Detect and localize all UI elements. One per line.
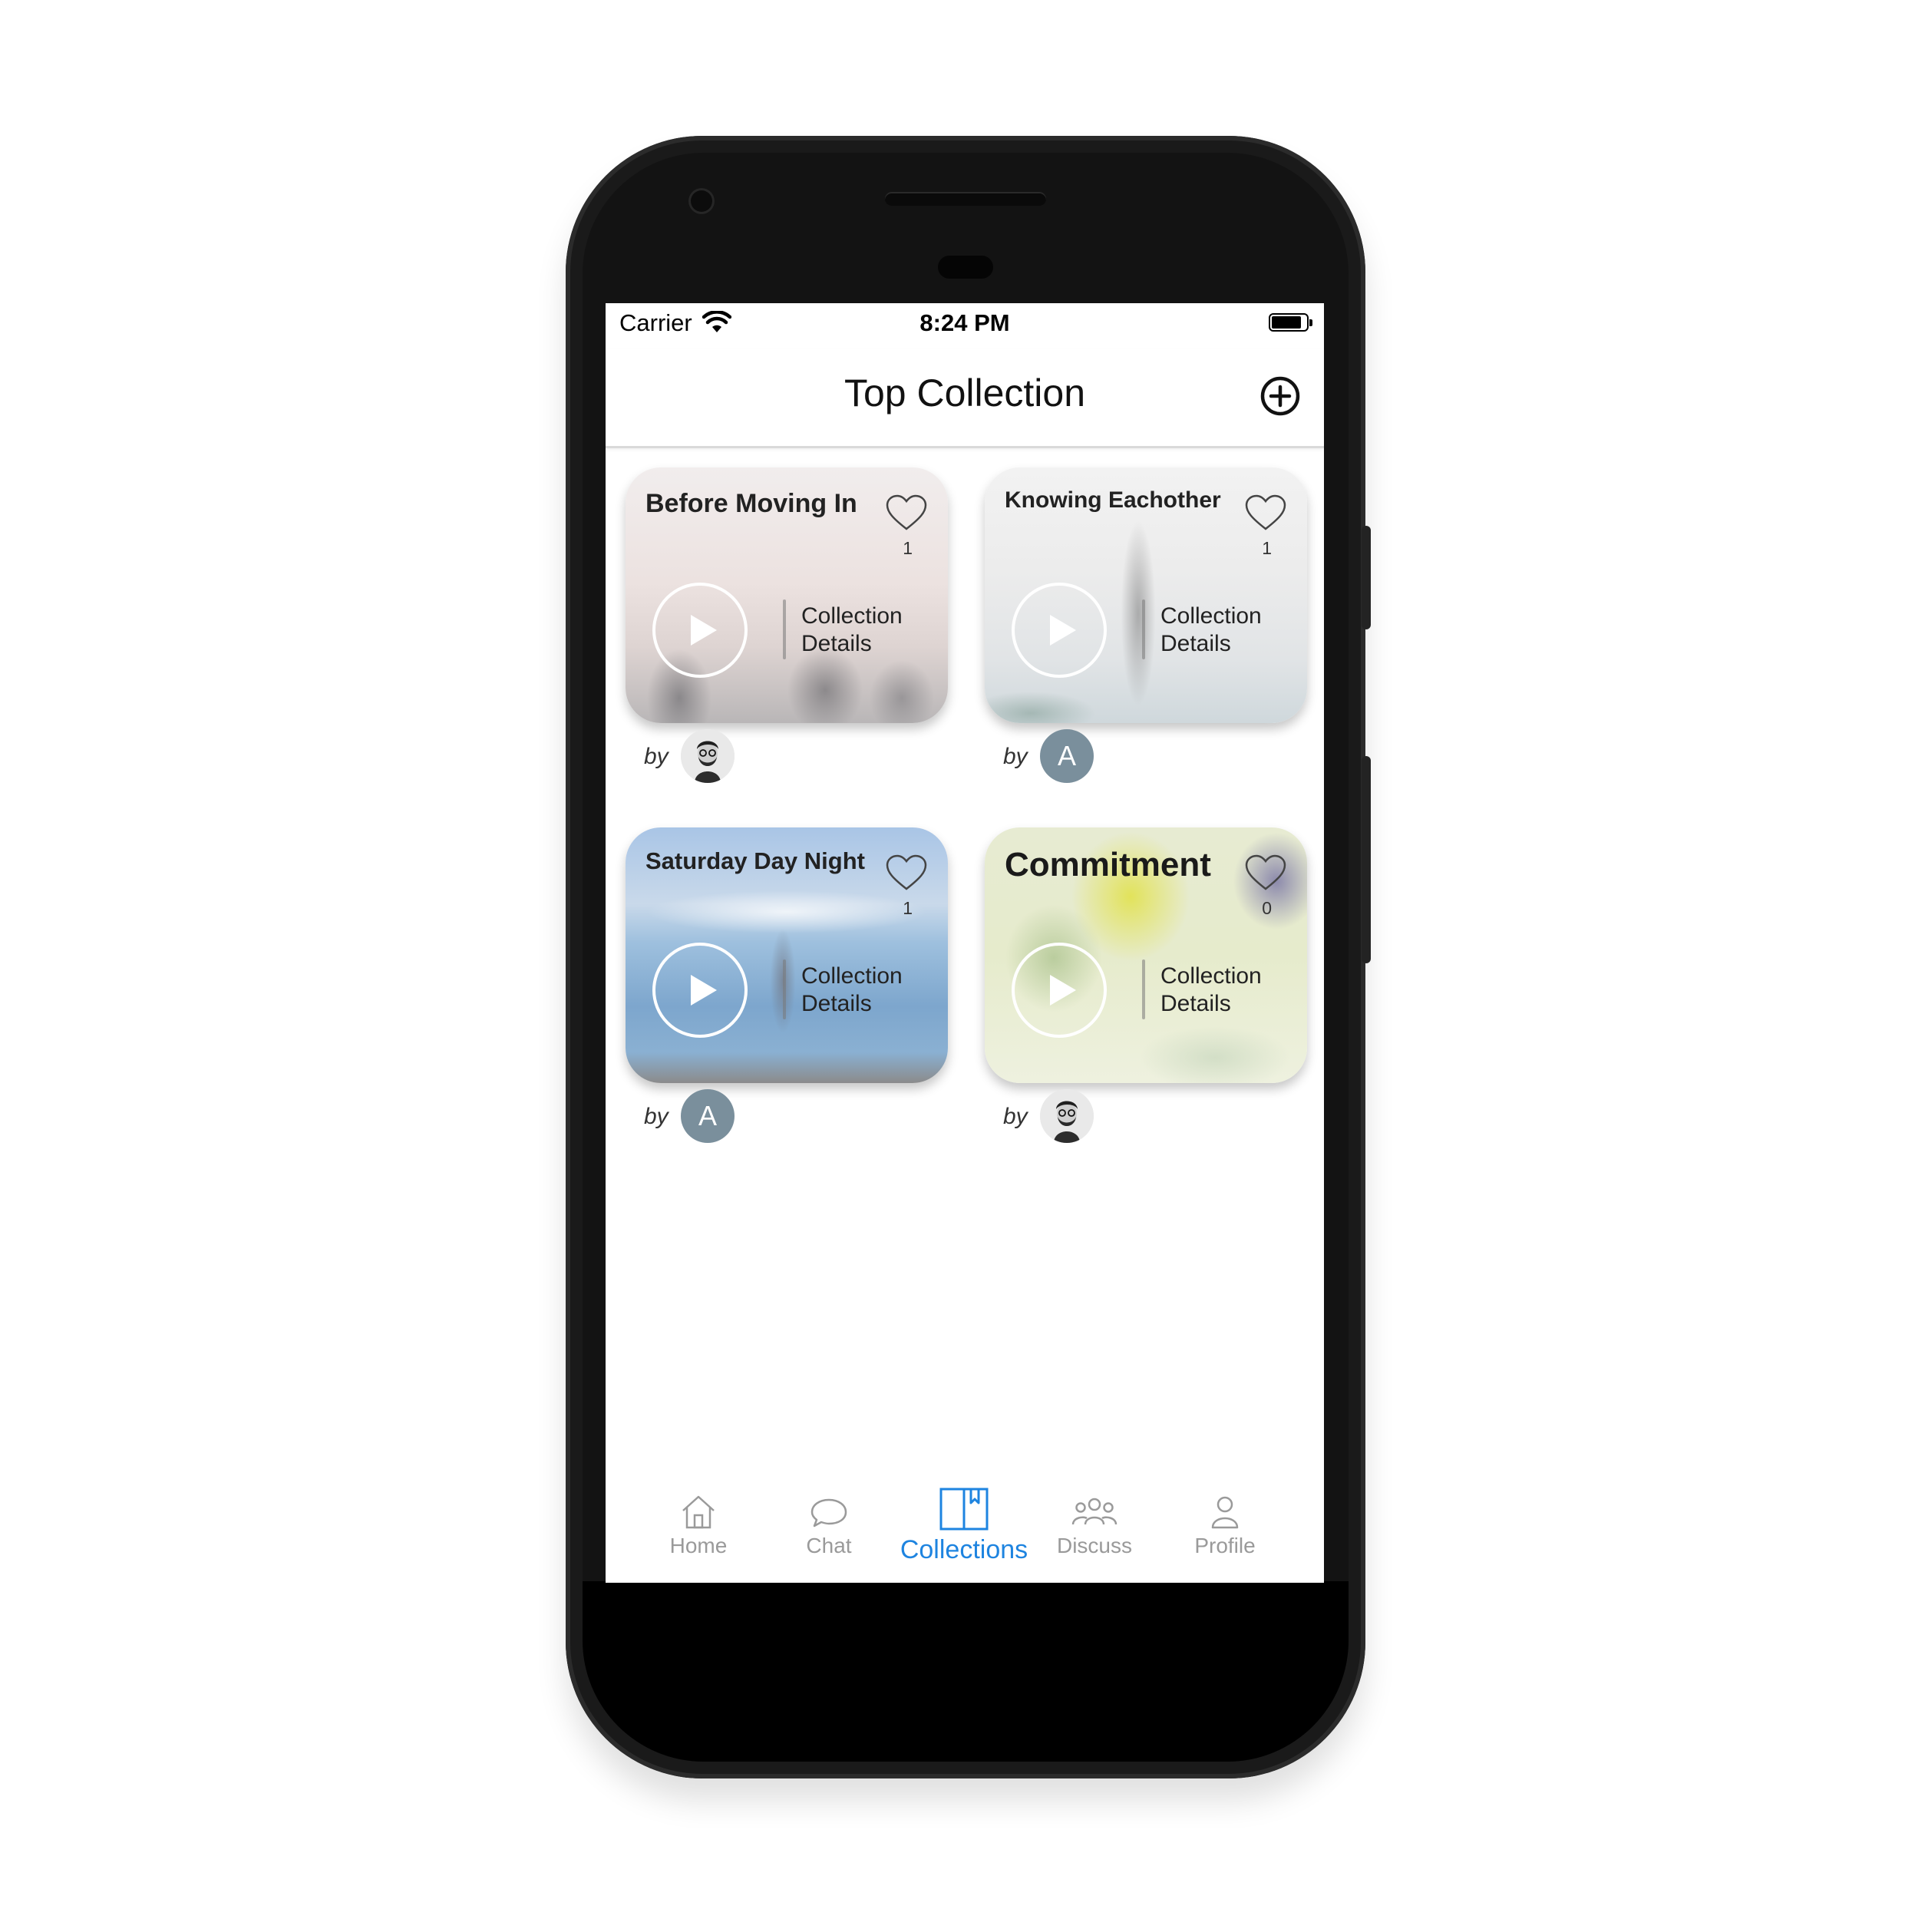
author-avatar[interactable]: A	[681, 1089, 735, 1143]
heart-icon[interactable]	[1244, 494, 1287, 532]
tab-bar: Home Chat Collections Discuss Profile	[606, 1483, 1324, 1583]
collection-card[interactable]: Commitment 0 Collection Details	[985, 827, 1307, 1083]
card-divider	[1142, 959, 1145, 1019]
heart-icon[interactable]	[885, 854, 928, 892]
home-icon	[682, 1495, 715, 1529]
book-icon	[939, 1488, 989, 1531]
like-count: 0	[1262, 898, 1272, 918]
byline-label: by	[1003, 744, 1028, 769]
tab-collections[interactable]: Collections	[899, 1486, 1029, 1565]
collection-title: Before Moving In	[645, 489, 857, 518]
author-avatar[interactable]: A	[1040, 729, 1094, 783]
collection-details-link[interactable]: Collection Details	[801, 963, 932, 1018]
front-camera	[688, 188, 715, 214]
card-divider	[783, 959, 786, 1019]
details-label-line1: Collection	[1160, 603, 1262, 629]
collection-details-link[interactable]: Collection Details	[1160, 963, 1291, 1018]
tab-profile[interactable]: Profile	[1160, 1492, 1290, 1558]
collection-details-link[interactable]: Collection Details	[801, 603, 932, 658]
volume-button	[1362, 756, 1371, 963]
details-label-line1: Collection	[801, 963, 903, 989]
details-label-line1: Collection	[801, 603, 903, 629]
tab-chat[interactable]: Chat	[764, 1492, 894, 1558]
author-avatar[interactable]	[681, 729, 735, 783]
phone-chin	[583, 1581, 1349, 1762]
tab-label: Chat	[806, 1534, 852, 1557]
like-count: 1	[903, 538, 913, 558]
heart-icon[interactable]	[885, 494, 928, 532]
byline-label: by	[644, 1104, 669, 1129]
details-label-line2: Details	[801, 991, 872, 1016]
add-collection-button[interactable]	[1259, 375, 1301, 417]
person-photo-icon	[681, 729, 735, 783]
collection-card[interactable]: Saturday Day Night 1 Collection Details	[626, 827, 948, 1083]
play-icon[interactable]	[651, 581, 749, 679]
collection-card[interactable]: Before Moving In 1 Collection Details	[626, 467, 948, 723]
person-icon	[1211, 1496, 1239, 1529]
card-divider	[783, 599, 786, 659]
person-photo-icon	[1040, 1089, 1094, 1143]
app-screen: Carrier 8:24 PM Top Collection Before Mo…	[606, 303, 1324, 1583]
navigation-bar: Top Collection	[606, 349, 1324, 448]
collection-card[interactable]: Knowing Eachother 1 Collection Details	[985, 467, 1307, 723]
play-icon[interactable]	[1010, 581, 1108, 679]
tab-discuss[interactable]: Discuss	[1029, 1492, 1160, 1558]
collection-title: Saturday Day Night	[645, 847, 865, 874]
details-label-line1: Collection	[1160, 963, 1262, 989]
group-icon	[1071, 1498, 1118, 1525]
tab-label: Home	[669, 1534, 728, 1557]
like-count: 1	[903, 898, 913, 918]
byline-label: by	[1003, 1104, 1028, 1129]
details-label-line2: Details	[1160, 631, 1231, 656]
tab-home[interactable]: Home	[633, 1492, 764, 1558]
earpiece-speaker	[885, 192, 1046, 206]
like-count: 1	[1262, 538, 1272, 558]
page-title: Top Collection	[844, 372, 1086, 414]
tab-label: Discuss	[1056, 1534, 1132, 1557]
author-avatar[interactable]	[1040, 1089, 1094, 1143]
power-button	[1362, 526, 1371, 629]
heart-icon[interactable]	[1244, 854, 1287, 892]
tab-label: Profile	[1194, 1534, 1256, 1557]
card-divider	[1142, 599, 1145, 659]
collection-title: Commitment	[1005, 846, 1211, 883]
play-icon[interactable]	[1010, 941, 1108, 1039]
chat-icon	[810, 1498, 847, 1527]
status-time: 8:24 PM	[919, 309, 1010, 336]
play-icon[interactable]	[651, 941, 749, 1039]
proximity-sensor	[938, 256, 993, 279]
collection-details-link[interactable]: Collection Details	[1160, 603, 1291, 658]
byline-label: by	[644, 744, 669, 769]
collection-title: Knowing Eachother	[1005, 487, 1221, 513]
details-label-line2: Details	[801, 631, 872, 656]
status-bar: Carrier 8:24 PM	[606, 303, 1324, 349]
battery-icon	[1269, 313, 1312, 332]
details-label-line2: Details	[1160, 991, 1231, 1016]
tab-label: Collections	[900, 1535, 1028, 1564]
